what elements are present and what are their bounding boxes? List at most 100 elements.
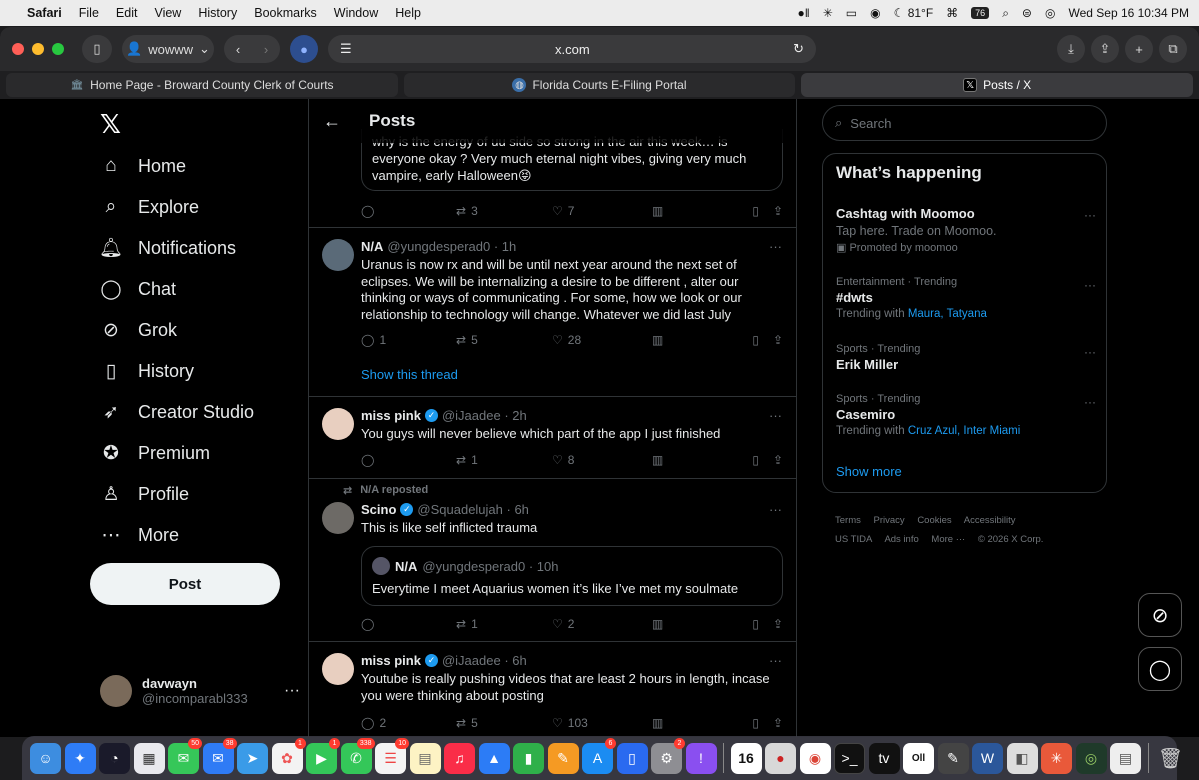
nav-home[interactable]: ⌂ Home [100,155,186,177]
apple-tv-icon[interactable]: tv [868,742,900,774]
tab-posts-x[interactable]: 𝕏 Posts / X [801,73,1194,97]
bookmark-icon[interactable]: ▯ [752,716,759,730]
zoom-window-button[interactable] [52,43,64,55]
menu-window[interactable]: Window [334,6,378,20]
tab-broward-clerk[interactable]: 🏛 Home Page - Broward County Clerk of Co… [6,73,398,97]
bookmark-icon[interactable]: ▯ [752,333,759,347]
nav-creator-studio[interactable]: ➶ Creator Studio [100,401,254,423]
reply-button[interactable]: ◯ [361,617,456,631]
music-icon[interactable]: ♫ [444,742,475,774]
bookmark-icon[interactable]: ▯ [752,617,759,631]
bookmark-icon[interactable]: ▯ [752,204,759,218]
control-center-icon[interactable]: ⊜ [1022,6,1032,20]
x-logo-icon[interactable]: 𝕏 [100,109,121,140]
keynote-icon[interactable]: ▲ [478,742,510,774]
nav-explore[interactable]: ⌕ Explore [100,196,199,218]
back-arrow-icon[interactable]: ← [323,111,341,132]
more-horizontal-icon[interactable]: ··· [769,502,782,517]
chat-floating-button[interactable]: ◯ [1138,647,1182,691]
repost-button[interactable]: ⇄ 5 [456,333,552,347]
show-more-link[interactable]: Show more [836,464,902,479]
more-horizontal-icon[interactable]: ··· [284,682,300,700]
word-icon[interactable]: W [972,742,1003,774]
launchpad-icon[interactable]: ▦ [133,742,165,774]
nav-more[interactable]: ⋯ More [100,524,180,546]
script-editor-icon[interactable]: ✎ [937,742,969,774]
post-button[interactable]: Post [90,563,280,605]
sidebar-toggle-icon[interactable]: ▯ [82,35,112,63]
trend-related-links[interactable]: Maura, Tatyana [908,308,987,320]
footer-terms[interactable]: Terms [835,515,861,526]
like-button[interactable]: ♡ 7 [552,204,652,218]
more-horizontal-icon[interactable]: ··· [769,239,782,254]
menu-view[interactable]: View [154,6,181,20]
minimize-window-button[interactable] [32,43,44,55]
more-horizontal-icon[interactable]: ··· [1084,278,1096,292]
avatar[interactable] [322,239,354,271]
like-button[interactable]: ♡ 8 [552,453,652,467]
reply-button[interactable]: ◯ [361,204,456,218]
account-switcher[interactable]: davwayn @incomparabl333 ··· [100,675,300,707]
search-input[interactable] [850,115,1081,131]
author-handle[interactable]: @iJaadee · 6h [442,653,527,668]
author-handle[interactable]: @yungdesperad0 · 1h [387,239,516,254]
like-button[interactable]: ♡ 2 [552,617,652,631]
share-icon[interactable]: ⇪ [773,204,783,218]
footer-cookies[interactable]: Cookies [917,515,951,526]
more-horizontal-icon[interactable]: ··· [1084,345,1096,359]
menu-edit[interactable]: Edit [116,6,138,20]
share-icon[interactable]: ⇪ [773,617,783,631]
avatar[interactable] [322,502,354,534]
facetime-icon[interactable]: ▶ 1 [306,737,340,774]
author-handle[interactable]: @Squadelujah · 6h [417,502,529,517]
user-circle-icon[interactable]: ◉ [870,6,880,20]
menu-bookmarks[interactable]: Bookmarks [254,6,317,20]
claude-icon[interactable]: ✳ [1041,742,1072,774]
trend-item[interactable]: Entertainment · Trending #dwts Trending … [836,276,1096,320]
asterisk-icon[interactable]: ✳ [823,6,833,20]
terminal-icon[interactable]: >_ [834,742,865,774]
nav-profile[interactable]: ♙ Profile [100,483,189,505]
calendar-icon[interactable]: 16 [730,742,762,774]
footer-privacy[interactable]: Privacy [874,515,905,526]
nav-premium[interactable]: ✪ Premium [100,442,210,464]
preview-icon[interactable]: ● [765,742,796,774]
trend-related-links[interactable]: Cruz Azul, Inter Miami [908,425,1020,437]
swirl-app-icon[interactable]: ◎ [1075,742,1107,774]
reply-button[interactable]: ◯ 1 [361,333,456,347]
menu-history[interactable]: History [198,6,237,20]
quoted-post[interactable]: N/A @yungdesperad0 · 10h Everytime I mee… [361,546,783,606]
close-window-button[interactable] [12,43,24,55]
repost-button[interactable]: ⇄ 5 [456,716,552,730]
more-horizontal-icon[interactable]: ··· [1084,395,1096,409]
tab-florida-efiling[interactable]: ◍ Florida Courts E-Filing Portal [403,73,796,97]
share-icon[interactable]: ⇪ [1091,35,1119,63]
views-button[interactable]: ▥ [652,617,747,631]
reminders-icon[interactable]: ☰ 10 [375,737,409,774]
chrome-canary-icon[interactable]: ◔ [99,742,130,774]
chrome-icon[interactable]: ◉ [799,742,831,774]
numbers-icon[interactable]: ▮ [513,742,544,774]
repost-button[interactable]: ⇄ 1 [456,617,552,631]
profile-selector[interactable]: 👤 wowww ⌄ [122,35,214,63]
spotlight-icon[interactable]: ⌕ [1002,6,1009,21]
menu-help[interactable]: Help [395,6,421,20]
extension-icon[interactable]: ● [290,35,318,63]
finder-icon[interactable]: ☺ [30,742,61,774]
trend-item[interactable]: Sports · Trending Erik Miller ··· [836,343,1096,372]
nav-notifications[interactable]: 🔔︎ Notifications [99,237,236,260]
reload-icon[interactable]: ↻ [793,41,804,57]
reply-button[interactable]: ◯ [361,453,456,467]
footer-more[interactable]: More ··· [931,534,965,545]
safari-icon[interactable]: ✦ [64,742,96,774]
feedback-icon[interactable]: ! [685,742,717,774]
forward-button[interactable]: › [252,42,280,57]
views-button[interactable]: ▥ [652,716,747,730]
nav-grok[interactable]: ⊘ Grok [100,319,177,341]
show-thread-link[interactable]: Show this thread [361,367,458,382]
author-name[interactable]: miss pink [361,653,421,668]
trash-icon[interactable]: 🗑 [1155,743,1186,774]
pages-icon[interactable]: ✎ [547,742,579,774]
author-name[interactable]: miss pink [361,408,421,423]
phone-icon[interactable]: ✆ 338 [340,737,375,774]
